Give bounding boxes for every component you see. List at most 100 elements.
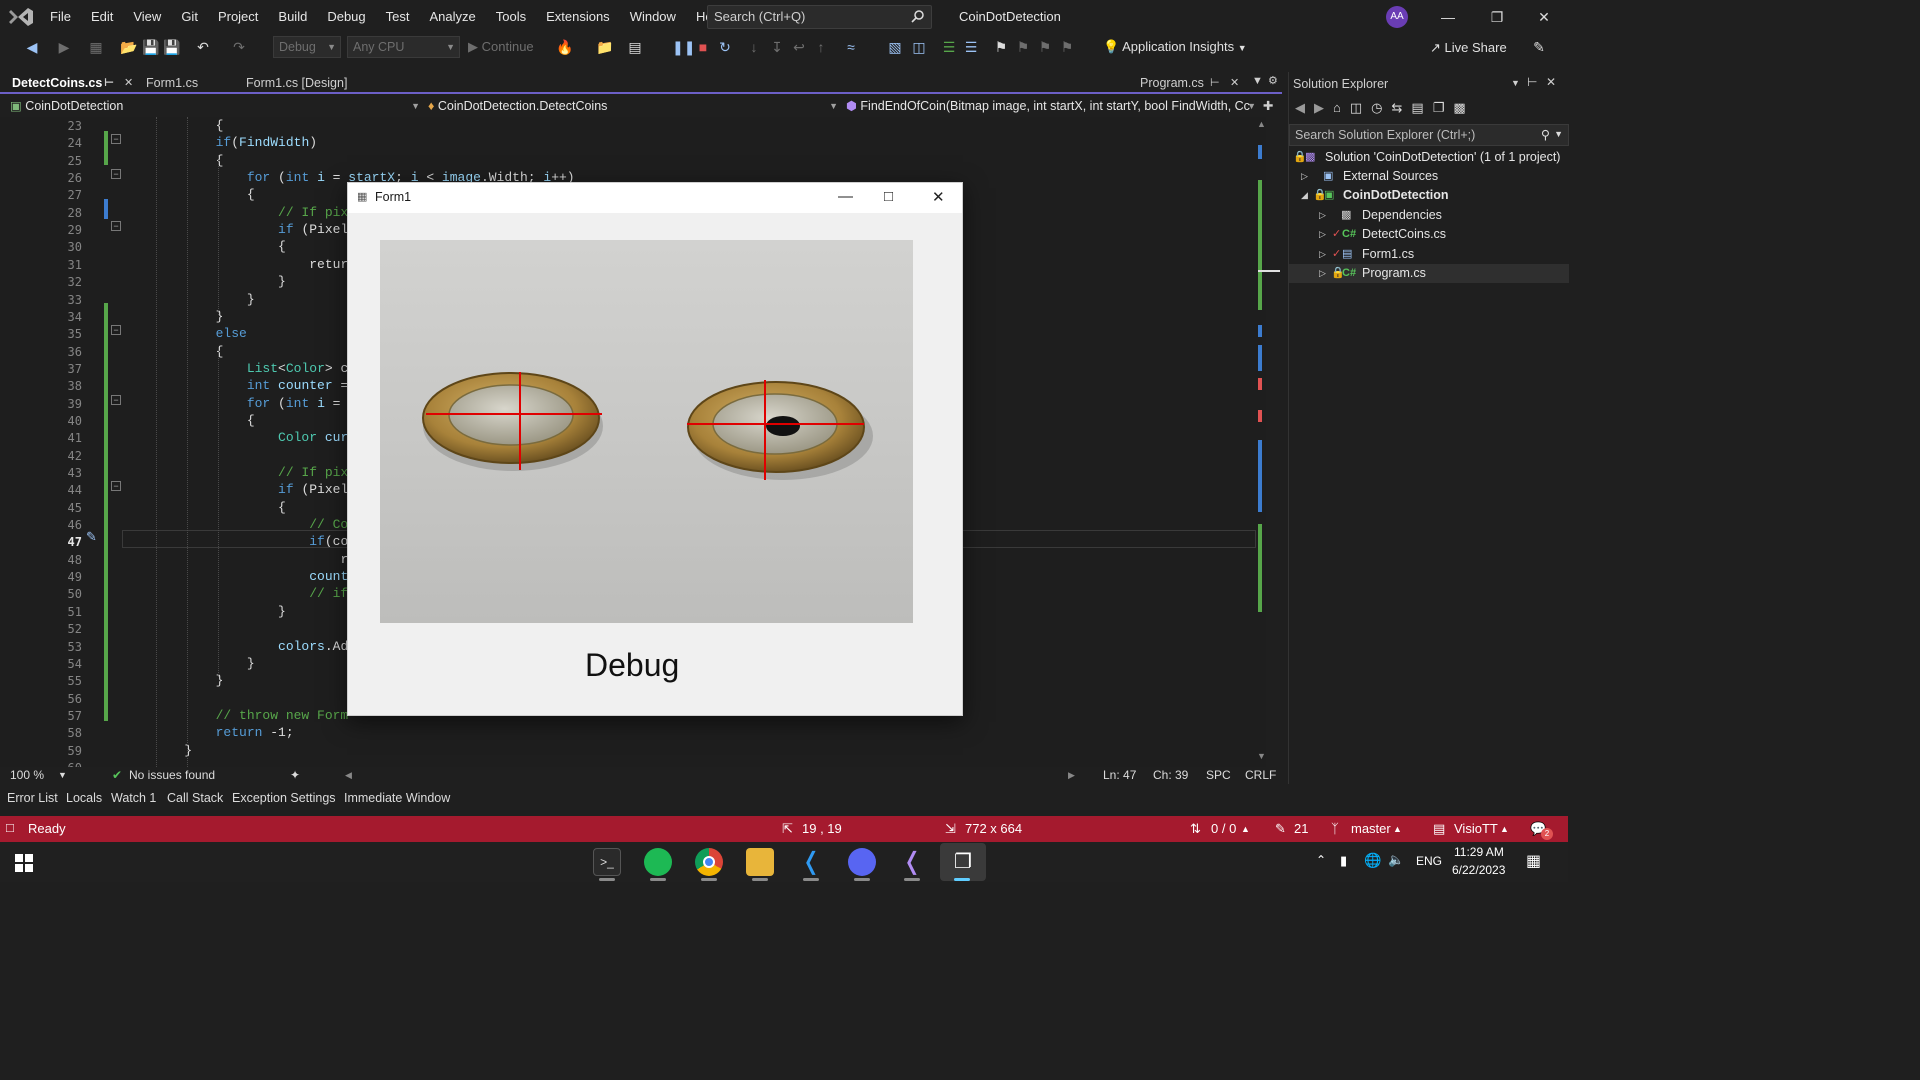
terminal-icon[interactable]: >_: [593, 848, 621, 876]
gear-icon[interactable]: ⚙: [1268, 74, 1278, 87]
new-item-icon[interactable]: ▦: [87, 37, 105, 57]
expand-arrow-icon[interactable]: ▷: [1301, 167, 1308, 186]
close-icon[interactable]: ✕: [1533, 6, 1555, 28]
bookmark-icon[interactable]: ⚑: [992, 37, 1010, 57]
maximize-icon[interactable]: □: [884, 188, 893, 205]
sync-icon[interactable]: ⇆: [1392, 100, 1412, 115]
tree-item-project[interactable]: ◢ 🔒 ▣ CoinDotDetection: [1289, 186, 1569, 205]
line-ending-indicator[interactable]: CRLF: [1245, 768, 1276, 782]
close-icon[interactable]: ✕: [932, 188, 945, 206]
breakpoint-window-icon[interactable]: ▧: [886, 37, 904, 57]
branch-name[interactable]: master: [1351, 821, 1391, 836]
show-all-files-icon[interactable]: ❐: [1433, 100, 1454, 115]
redo-icon[interactable]: ↷: [230, 37, 248, 57]
fold-toggle-icon[interactable]: −: [111, 395, 121, 405]
fold-toggle-icon[interactable]: −: [111, 221, 121, 231]
expand-arrow-icon[interactable]: ▷: [1319, 225, 1326, 244]
tree-item-external-sources[interactable]: ▷ ▣ External Sources: [1289, 167, 1569, 186]
tab-form1-design[interactable]: Form1.cs [Design]: [238, 72, 378, 94]
tree-item-solution[interactable]: 🔒 ▩ Solution 'CoinDotDetection' (1 of 1 …: [1289, 148, 1569, 167]
form1-app-icon[interactable]: ❐: [940, 843, 986, 881]
menu-build[interactable]: Build: [268, 0, 317, 34]
vscode-icon[interactable]: ❬: [797, 848, 825, 876]
tab-immediate-window[interactable]: Immediate Window: [344, 791, 450, 805]
menu-tools[interactable]: Tools: [486, 0, 536, 34]
tab-program[interactable]: Program.cs ⊢ ✕: [1132, 72, 1247, 94]
close-icon[interactable]: ✕: [1230, 72, 1239, 94]
branch-icon[interactable]: ᛉ: [1331, 821, 1339, 836]
repository-name[interactable]: VisioTT: [1454, 821, 1498, 836]
expand-arrow-icon[interactable]: ▷: [1319, 264, 1326, 283]
browse-folder-icon[interactable]: 📁: [596, 37, 614, 57]
menu-window[interactable]: Window: [620, 0, 686, 34]
project-dropdown[interactable]: ▣ CoinDotDetection ▼: [10, 96, 420, 116]
account-avatar[interactable]: AA: [1386, 6, 1408, 28]
pin-icon[interactable]: ⊢: [104, 72, 114, 94]
step-over-icon[interactable]: ↧: [768, 37, 786, 57]
battery-icon[interactable]: ▮: [1340, 853, 1347, 869]
solution-search-input[interactable]: Search Solution Explorer (Ctrl+;) ⚲ ▼: [1289, 124, 1569, 146]
chevron-up-icon[interactable]: ⌃: [1316, 853, 1326, 867]
chevron-down-icon[interactable]: ▼: [58, 770, 67, 780]
fold-toggle-icon[interactable]: −: [111, 481, 121, 491]
sync-icon[interactable]: ⇅: [1190, 821, 1201, 837]
live-share-button[interactable]: ↗ Live Share: [1430, 37, 1507, 59]
pin-icon[interactable]: ⊢: [1210, 72, 1220, 94]
open-folder-icon[interactable]: 📂: [120, 37, 138, 57]
menu-extensions[interactable]: Extensions: [536, 0, 620, 34]
screen-icon[interactable]: ▤: [626, 37, 644, 57]
close-icon[interactable]: ✕: [1546, 75, 1556, 89]
language-indicator[interactable]: ENG: [1416, 854, 1442, 868]
sync-status[interactable]: 0 / 0: [1211, 821, 1236, 836]
pending-changes-icon[interactable]: ◷: [1371, 100, 1391, 115]
issues-status[interactable]: No issues found: [129, 768, 215, 782]
navigate-forward-icon[interactable]: ▶: [55, 37, 73, 57]
minimize-icon[interactable]: —: [1437, 6, 1459, 28]
repository-icon[interactable]: ▤: [1433, 821, 1445, 837]
threads-icon[interactable]: ◫: [910, 37, 928, 57]
scroll-up-icon[interactable]: ▲: [1257, 119, 1266, 129]
back-icon[interactable]: ◀: [1295, 100, 1314, 115]
notification-center-icon[interactable]: ▦: [1526, 851, 1541, 871]
clock-time[interactable]: 11:29 AM: [1454, 845, 1504, 859]
menu-analyze[interactable]: Analyze: [419, 0, 485, 34]
save-all-icon[interactable]: 💾: [163, 37, 181, 57]
minimize-icon[interactable]: —: [838, 188, 853, 205]
menu-git[interactable]: Git: [171, 0, 208, 34]
uncomment-icon[interactable]: ☰: [962, 37, 980, 57]
tab-exception-settings[interactable]: Exception Settings: [232, 791, 336, 805]
application-insights-button[interactable]: 💡 Application Insights ▼: [1103, 37, 1247, 58]
expand-arrow-icon[interactable]: ▷: [1319, 245, 1326, 264]
diagnostics-icon[interactable]: ≈: [842, 37, 860, 57]
visual-studio-logo-icon[interactable]: [8, 6, 34, 28]
discord-icon[interactable]: [848, 848, 876, 876]
save-icon[interactable]: 💾: [142, 37, 160, 57]
tab-locals[interactable]: Locals: [66, 791, 102, 805]
tree-item-dependencies[interactable]: ▷ ▩ Dependencies: [1289, 206, 1569, 225]
clock-date[interactable]: 6/22/2023: [1452, 863, 1505, 877]
clear-bookmarks-icon[interactable]: ⚑: [1058, 37, 1076, 57]
forward-icon[interactable]: ▶: [1314, 100, 1333, 115]
spacing-indicator[interactable]: SPC: [1206, 768, 1231, 782]
platform-select[interactable]: Any CPU ▼: [347, 36, 460, 58]
line-indicator[interactable]: Ln: 47: [1103, 768, 1136, 782]
feedback-icon[interactable]: ✎: [1530, 37, 1548, 57]
menu-project[interactable]: Project: [208, 0, 268, 34]
volume-icon[interactable]: 🔈: [1388, 852, 1404, 868]
pending-edits[interactable]: 21: [1294, 821, 1308, 836]
menu-view[interactable]: View: [123, 0, 171, 34]
collapse-arrow-icon[interactable]: ◢: [1301, 186, 1308, 205]
chrome-icon[interactable]: [695, 848, 723, 876]
type-dropdown[interactable]: ♦ CoinDotDetection.DetectCoins ▼: [428, 96, 838, 116]
hot-reload-icon[interactable]: 🔥: [556, 37, 574, 57]
properties-icon[interactable]: ▩: [1453, 100, 1474, 115]
close-icon[interactable]: ✕: [124, 72, 133, 94]
menu-debug[interactable]: Debug: [317, 0, 375, 34]
output-icon[interactable]: □: [6, 820, 14, 835]
search-input[interactable]: Search (Ctrl+Q): [707, 5, 932, 29]
home-icon[interactable]: ⌂: [1333, 100, 1350, 115]
file-explorer-icon[interactable]: [746, 848, 774, 876]
undo-icon[interactable]: ↶: [194, 37, 212, 57]
zoom-select[interactable]: 100 %: [10, 768, 44, 782]
restore-icon[interactable]: ❐: [1486, 6, 1508, 28]
